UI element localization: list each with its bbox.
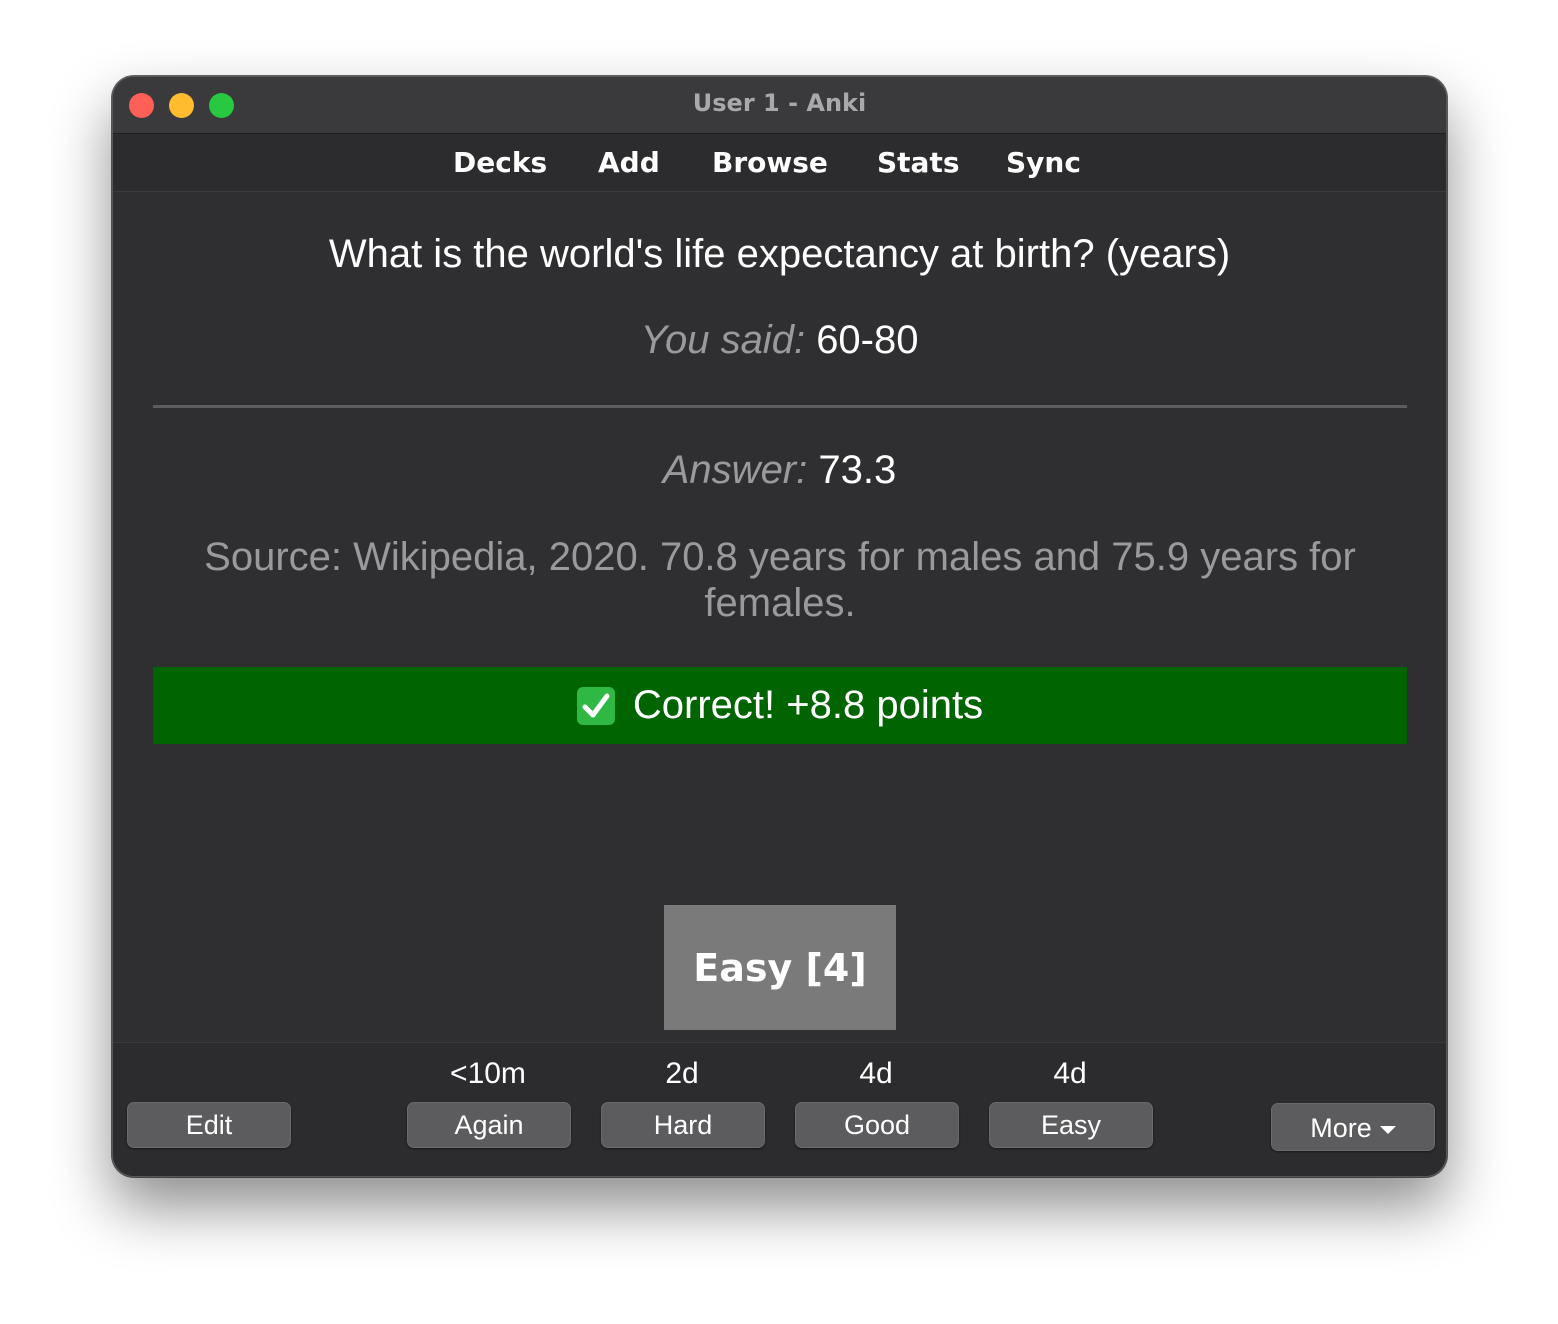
caret-down-icon xyxy=(1379,1125,1396,1134)
toolbar-browse[interactable]: Browse xyxy=(712,146,828,179)
good-button[interactable]: Good xyxy=(795,1102,959,1148)
title-bar: User 1 - Anki xyxy=(113,77,1446,134)
toolbar-sync[interactable]: Sync xyxy=(1006,146,1081,179)
window-title: User 1 - Anki xyxy=(692,89,867,117)
you-said-value: 60-80 xyxy=(816,318,919,362)
answer-label: Answer: xyxy=(662,448,808,492)
edit-button[interactable]: Edit xyxy=(127,1102,291,1148)
easy-interval: 4d xyxy=(1053,1057,1087,1090)
easy-highlight-tile[interactable]: Easy [4] xyxy=(664,905,896,1030)
result-banner: Correct! +8.8 points xyxy=(153,667,1407,744)
check-mark-box-icon xyxy=(576,686,615,725)
you-said-label: You said: xyxy=(640,318,806,362)
more-label: More xyxy=(1310,1113,1372,1143)
source-note: Source: Wikipedia, 2020. 70.8 years for … xyxy=(204,535,1356,625)
result-text: Correct! +8.8 points xyxy=(632,683,984,727)
toolbar-add[interactable]: Add xyxy=(598,146,660,179)
card-content: What is the world's life expectancy at b… xyxy=(113,192,1446,1042)
toolbar-decks[interactable]: Decks xyxy=(453,146,547,179)
again-interval: <10m xyxy=(450,1057,526,1090)
main-toolbar: Decks Add Browse Stats Sync xyxy=(113,134,1446,192)
question-answer-divider xyxy=(153,405,1407,408)
card-question: What is the world's life expectancy at b… xyxy=(328,232,1231,276)
more-button[interactable]: More xyxy=(1271,1103,1435,1151)
anki-window: User 1 - Anki Decks Add Browse Stats Syn… xyxy=(112,76,1447,1177)
answer-value: 73.3 xyxy=(818,448,897,492)
good-interval: 4d xyxy=(859,1057,893,1090)
hard-button[interactable]: Hard xyxy=(601,1102,765,1148)
easy-button[interactable]: Easy xyxy=(989,1102,1153,1148)
card-answer: Answer: 73.3 xyxy=(113,448,1446,493)
again-button[interactable]: Again xyxy=(407,1102,571,1148)
user-guess: You said: 60-80 xyxy=(113,318,1446,363)
hard-interval: 2d xyxy=(665,1057,699,1090)
toolbar-stats[interactable]: Stats xyxy=(877,146,960,179)
review-bottom-bar: Edit <10m Again 2d Hard 4d Good 4d Easy … xyxy=(113,1042,1446,1176)
